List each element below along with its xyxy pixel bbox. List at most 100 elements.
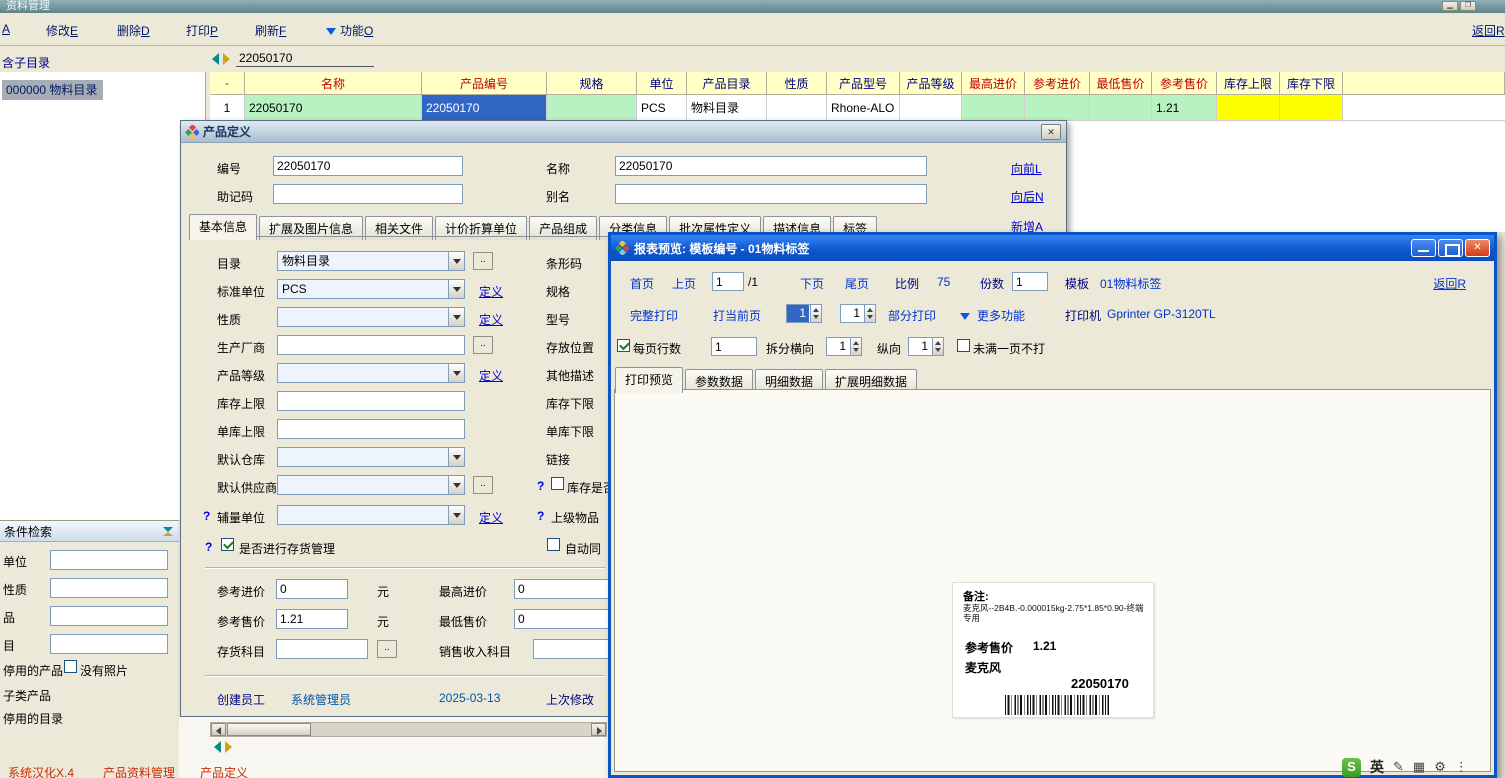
rows-per-page-checkbox[interactable] [617, 339, 630, 353]
catalog-browse-button[interactable]: .. [473, 252, 493, 270]
row-number-cell[interactable]: 1 [210, 95, 245, 121]
filter-unit-input[interactable] [50, 550, 168, 570]
dropdown-arrow-icon[interactable] [448, 448, 464, 466]
col-header-nature[interactable]: 性质 [767, 72, 827, 95]
pen-icon[interactable]: ✎ [1393, 759, 1404, 775]
not-full-page-checkbox[interactable] [957, 339, 970, 353]
tab-basic-info[interactable]: 基本信息 [189, 214, 257, 240]
bottom-tab-product-define[interactable]: 产品定义 [200, 764, 248, 778]
auto-sync-checkbox[interactable] [547, 538, 560, 552]
toolbar-print-button[interactable]: 打印P [186, 22, 218, 39]
filter-panel-header[interactable]: 条件检索 [0, 521, 179, 542]
next-record-link[interactable]: 向后N [1011, 188, 1044, 205]
dropdown-arrow-icon[interactable] [448, 280, 464, 298]
default-supplier-combo[interactable] [277, 475, 465, 495]
manufacturer-browse-button[interactable]: .. [473, 336, 493, 354]
col-header-grade[interactable]: 产品等级 [900, 72, 962, 95]
parent-item-help-icon[interactable]: ? [537, 509, 544, 523]
default-warehouse-combo[interactable] [277, 447, 465, 467]
toolbar-refresh-button[interactable]: 刷新F [255, 22, 286, 39]
template-value[interactable]: 01物料标签 [1100, 275, 1161, 292]
alias-input[interactable] [615, 184, 927, 204]
bottom-tab-system[interactable]: 系统汉化X.4 [8, 764, 74, 778]
col-header-stock-min[interactable]: 库存下限 [1280, 72, 1343, 95]
copies-input[interactable] [1012, 272, 1048, 291]
scroll-left-button[interactable] [211, 723, 226, 736]
print-partial-link[interactable]: 部分打印 [888, 307, 936, 324]
spinner-arrows-icon[interactable] [864, 305, 875, 322]
cell-unit[interactable]: PCS [637, 95, 687, 121]
cell-stock-min[interactable] [1280, 95, 1343, 121]
settings-icon[interactable]: ⚙ [1434, 759, 1446, 775]
print-to-spinner[interactable]: 1 [840, 304, 876, 323]
keyboard-grid-icon[interactable]: ▦ [1413, 759, 1425, 775]
record-nav-icon-bottom[interactable] [214, 741, 232, 756]
aux-unit-combo[interactable] [277, 505, 465, 525]
more-functions-link[interactable]: 更多功能 [977, 307, 1025, 324]
next-page-link[interactable]: 下页 [800, 275, 824, 292]
dialog-titlebar[interactable]: 产品定义 ✕ [181, 121, 1066, 143]
bottom-tab-product-data[interactable]: 产品资料管理 [103, 764, 175, 778]
stock-mgmt-checkbox[interactable] [221, 538, 234, 552]
report-return-link[interactable]: 返回R [1433, 275, 1466, 292]
col-header-spec[interactable]: 规格 [547, 72, 637, 95]
filter-product-input[interactable] [50, 606, 168, 626]
col-header-max-buy[interactable]: 最高进价 [962, 72, 1025, 95]
cell-name[interactable]: 22050170 [245, 95, 422, 121]
stock-share-help-icon[interactable]: ? [537, 479, 544, 493]
dropdown-arrow-icon[interactable] [448, 252, 464, 270]
page-number-input[interactable] [712, 272, 744, 291]
disabled-catalog-label[interactable]: 停用的目录 [3, 710, 63, 727]
aux-unit-define-link[interactable]: 定义 [479, 509, 503, 526]
cell-code-selected[interactable]: 22050170 [422, 95, 547, 121]
toolbar-edit-button[interactable]: 修改E [46, 22, 78, 39]
std-unit-define-link[interactable]: 定义 [479, 283, 503, 300]
toolbar-functions-button[interactable]: 功能O [326, 22, 373, 39]
tab-print-preview[interactable]: 打印预览 [615, 367, 683, 393]
store-max-input[interactable] [277, 419, 465, 439]
record-nav-icon[interactable] [212, 53, 230, 68]
prev-page-link[interactable]: 上页 [672, 275, 696, 292]
std-unit-combo[interactable]: PCS [277, 279, 465, 299]
default-supplier-browse-button[interactable]: .. [473, 476, 493, 494]
scrollbar-thumb[interactable] [227, 723, 311, 736]
dropdown-arrow-icon[interactable] [448, 506, 464, 524]
print-from-spinner[interactable]: 1 [786, 304, 822, 323]
sub-products-label[interactable]: 子类产品 [3, 687, 51, 704]
stock-mgmt-help-icon[interactable]: ? [205, 540, 212, 554]
cell-ref-sell[interactable]: 1.21 [1152, 95, 1217, 121]
col-header-code[interactable]: 产品编号 [422, 72, 547, 95]
stock-max-input[interactable] [277, 391, 465, 411]
grid-horizontal-scrollbar[interactable] [210, 722, 607, 737]
first-page-link[interactable]: 首页 [630, 275, 654, 292]
grade-combo[interactable] [277, 363, 465, 383]
manufacturer-input[interactable] [277, 335, 465, 355]
grid-corner-header[interactable]: - [210, 72, 245, 95]
cell-catalog[interactable]: 物料目录 [687, 95, 767, 121]
grade-define-link[interactable]: 定义 [479, 367, 503, 384]
scale-value[interactable]: 75 [937, 275, 950, 289]
col-header-stock-max[interactable]: 库存上限 [1217, 72, 1280, 95]
dropdown-arrow-icon[interactable] [448, 476, 464, 494]
col-header-min-sell[interactable]: 最低售价 [1090, 72, 1152, 95]
no-photo-checkbox[interactable] [64, 660, 77, 674]
col-header-unit[interactable]: 单位 [637, 72, 687, 95]
cell-model[interactable]: Rhone-ALO [827, 95, 900, 121]
ref-buy-input[interactable] [276, 579, 348, 599]
print-full-link[interactable]: 完整打印 [630, 307, 678, 324]
col-header-name[interactable]: 名称 [245, 72, 422, 95]
split-vertical-spinner[interactable]: 1 [908, 337, 944, 356]
cell-ref-buy[interactable] [1025, 95, 1090, 121]
report-minimize-button[interactable] [1411, 239, 1436, 257]
cell-nature[interactable] [767, 95, 827, 121]
catalog-combo[interactable]: 物料目录 [277, 251, 465, 271]
app-restore-button[interactable]: ❐ [1460, 1, 1476, 11]
cell-spec[interactable] [547, 95, 637, 121]
cell-max-buy[interactable] [962, 95, 1025, 121]
mnemonic-input[interactable] [273, 184, 463, 204]
printer-name[interactable]: Gprinter GP-3120TL [1107, 307, 1216, 321]
last-page-link[interactable]: 尾页 [845, 275, 869, 292]
stock-share-checkbox[interactable] [551, 477, 564, 491]
dropdown-arrow-icon[interactable] [448, 364, 464, 382]
stock-account-input[interactable] [276, 639, 368, 659]
